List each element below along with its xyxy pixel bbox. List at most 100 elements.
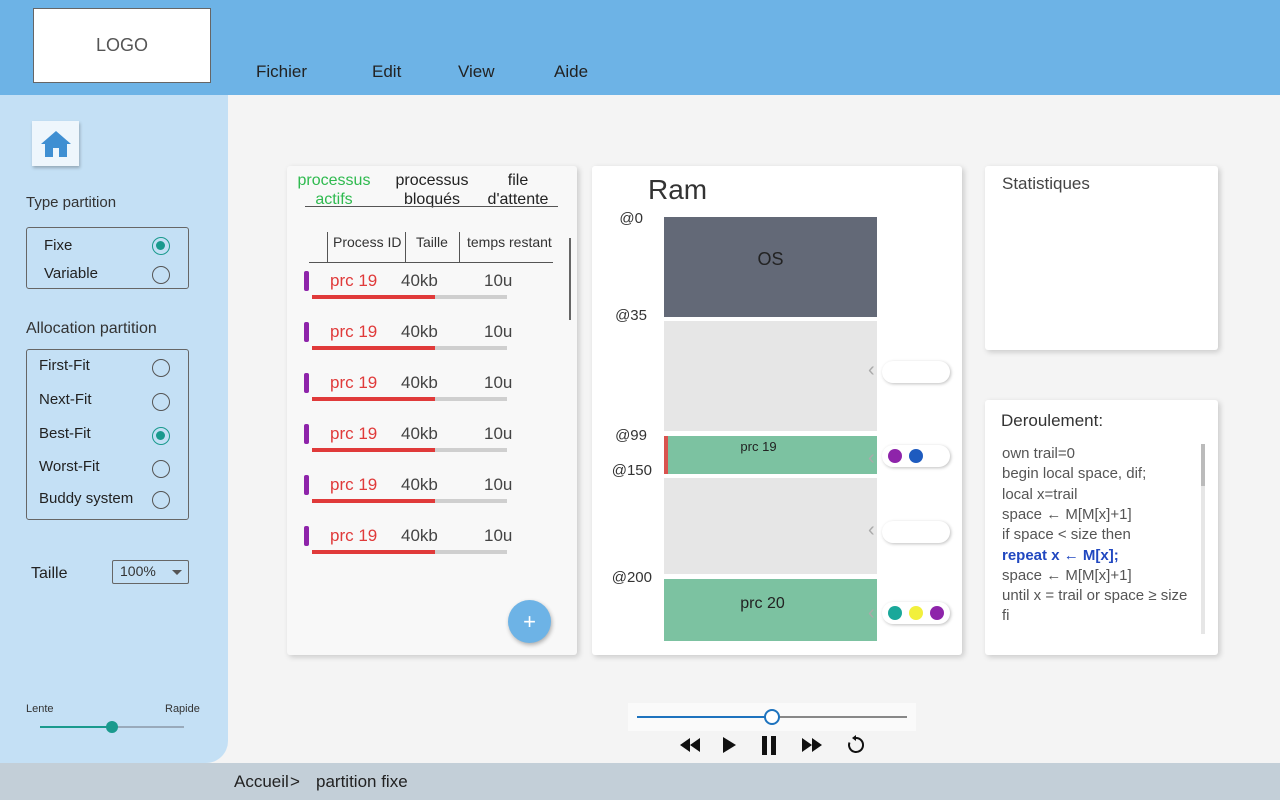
process-progress-bar	[312, 448, 507, 452]
speed-slow-label: Lente	[26, 703, 54, 715]
breadcrumb-accueil[interactable]: Accueil	[234, 772, 289, 792]
tab-file-attente[interactable]: file d'attente	[485, 171, 551, 209]
chevron-left-icon[interactable]: ‹	[868, 359, 875, 382]
process-list-scrollbar[interactable]	[569, 238, 571, 320]
option-fixe-label: Fixe	[44, 237, 73, 254]
code-scrollbar-thumb[interactable]	[1201, 444, 1205, 486]
fast-forward-button[interactable]	[801, 735, 823, 755]
sidebar: Type partition Fixe Variable Allocation …	[0, 95, 228, 763]
process-size: 40kb	[401, 475, 438, 494]
process-size: 40kb	[401, 373, 438, 392]
code-scrollbar[interactable]	[1201, 444, 1205, 634]
menu-aide[interactable]: Aide	[554, 62, 588, 82]
pause-icon	[762, 735, 776, 755]
execution-trace-title: Deroulement:	[1001, 411, 1104, 430]
process-row[interactable]: prc 19 40kb 10u	[304, 475, 514, 503]
process-size: 40kb	[401, 526, 438, 545]
rewind-button[interactable]	[679, 735, 701, 755]
process-progress-bar	[312, 346, 507, 350]
process-progress-fill	[312, 346, 435, 350]
option-next-fit-label: Next-Fit	[39, 391, 92, 408]
playback-slider-thumb[interactable]	[764, 709, 780, 725]
process-progress-fill	[312, 397, 435, 401]
option-fixe-radio[interactable]	[152, 237, 170, 255]
process-dot[interactable]	[888, 606, 902, 620]
tab-processus-bloques[interactable]: processus bloqués	[391, 171, 473, 209]
process-marker	[304, 322, 309, 342]
breadcrumb-separator: >	[290, 772, 300, 791]
add-process-button[interactable]: +	[508, 600, 551, 643]
code-line: if space < size then	[1002, 526, 1131, 544]
process-time-remaining: 10u	[484, 271, 513, 290]
ram-block-os[interactable]: OS	[664, 217, 877, 317]
code-line: repeat x ← M[x];	[1002, 546, 1119, 564]
process-row[interactable]: prc 19 40kb 10u	[304, 526, 514, 554]
menu-edit[interactable]: Edit	[372, 62, 401, 82]
column-divider	[459, 232, 460, 262]
option-variable-radio[interactable]	[152, 266, 170, 284]
taille-select[interactable]: 100%	[112, 560, 189, 584]
process-row[interactable]: prc 19 40kb 10u	[304, 424, 514, 452]
process-dot[interactable]	[909, 606, 923, 620]
partition-queue-pill[interactable]	[882, 602, 950, 624]
stats-title: Statistiques	[1002, 174, 1090, 193]
option-first-fit-radio[interactable]	[152, 359, 170, 377]
fast-forward-icon	[802, 738, 822, 752]
playback-slider-fill	[637, 716, 772, 718]
process-progress-fill	[312, 499, 435, 503]
code-line: space ← M[M[x]+1]	[1002, 566, 1132, 584]
chevron-left-icon[interactable]: ‹	[868, 602, 875, 625]
tab-label-line1: file	[507, 172, 529, 189]
pause-button[interactable]	[759, 735, 779, 755]
process-dot[interactable]	[909, 449, 923, 463]
process-row[interactable]: prc 19 40kb 10u	[304, 271, 514, 299]
speed-slider[interactable]	[40, 721, 184, 733]
process-marker	[304, 373, 309, 393]
header-divider	[309, 262, 553, 263]
option-worst-fit-label: Worst-Fit	[39, 458, 100, 475]
breadcrumb: Accueil > partition fixe	[0, 763, 1280, 800]
breadcrumb-current: partition fixe	[316, 772, 408, 791]
process-row[interactable]: prc 19 40kb 10u	[304, 373, 514, 401]
partition-queue-pill[interactable]	[882, 361, 950, 383]
option-worst-fit-radio[interactable]	[152, 460, 170, 478]
ram-block-label: OS	[757, 249, 784, 269]
ram-block-prc19[interactable]: prc 19	[664, 436, 877, 474]
process-dot[interactable]	[930, 606, 944, 620]
option-next-fit-radio[interactable]	[152, 393, 170, 411]
tab-processus-actifs[interactable]: processus actifs	[297, 171, 371, 209]
chevron-left-icon[interactable]: ‹	[868, 447, 875, 470]
option-buddy-system-label: Buddy system	[39, 490, 134, 507]
column-divider	[327, 232, 328, 262]
option-best-fit-radio[interactable]	[152, 427, 170, 445]
process-time-remaining: 10u	[484, 526, 513, 545]
speed-fast-label: Rapide	[165, 703, 200, 715]
process-dot[interactable]	[888, 449, 902, 463]
ram-block-free[interactable]	[664, 478, 877, 574]
rewind-icon	[680, 738, 700, 752]
process-time-remaining: 10u	[484, 475, 513, 494]
process-size: 40kb	[401, 424, 438, 443]
chevron-left-icon[interactable]: ‹	[868, 519, 875, 542]
process-row[interactable]: prc 19 40kb 10u	[304, 322, 514, 350]
ram-block-prc20[interactable]: prc 20	[664, 579, 877, 641]
menu-fichier[interactable]: Fichier	[256, 62, 307, 82]
process-id: prc 19	[330, 475, 378, 494]
option-variable-label: Variable	[44, 265, 98, 282]
speed-slider-thumb[interactable]	[106, 721, 118, 733]
playback-slider[interactable]	[637, 709, 907, 725]
stats-panel: Statistiques	[985, 166, 1218, 350]
taille-select-value: 100%	[120, 563, 156, 579]
ram-block-free[interactable]	[664, 321, 877, 431]
partition-queue-pill[interactable]	[882, 521, 950, 543]
partition-queue-pill[interactable]	[882, 445, 950, 467]
home-button[interactable]	[32, 121, 79, 166]
restart-button[interactable]	[845, 735, 867, 755]
menu-view[interactable]: View	[458, 62, 495, 82]
option-buddy-system-radio[interactable]	[152, 491, 170, 509]
process-time-remaining: 10u	[484, 424, 513, 443]
process-id: prc 19	[330, 424, 378, 443]
code-line: until x = trail or space ≥ size	[1002, 587, 1188, 605]
play-icon	[723, 737, 736, 753]
play-button[interactable]	[720, 735, 738, 755]
